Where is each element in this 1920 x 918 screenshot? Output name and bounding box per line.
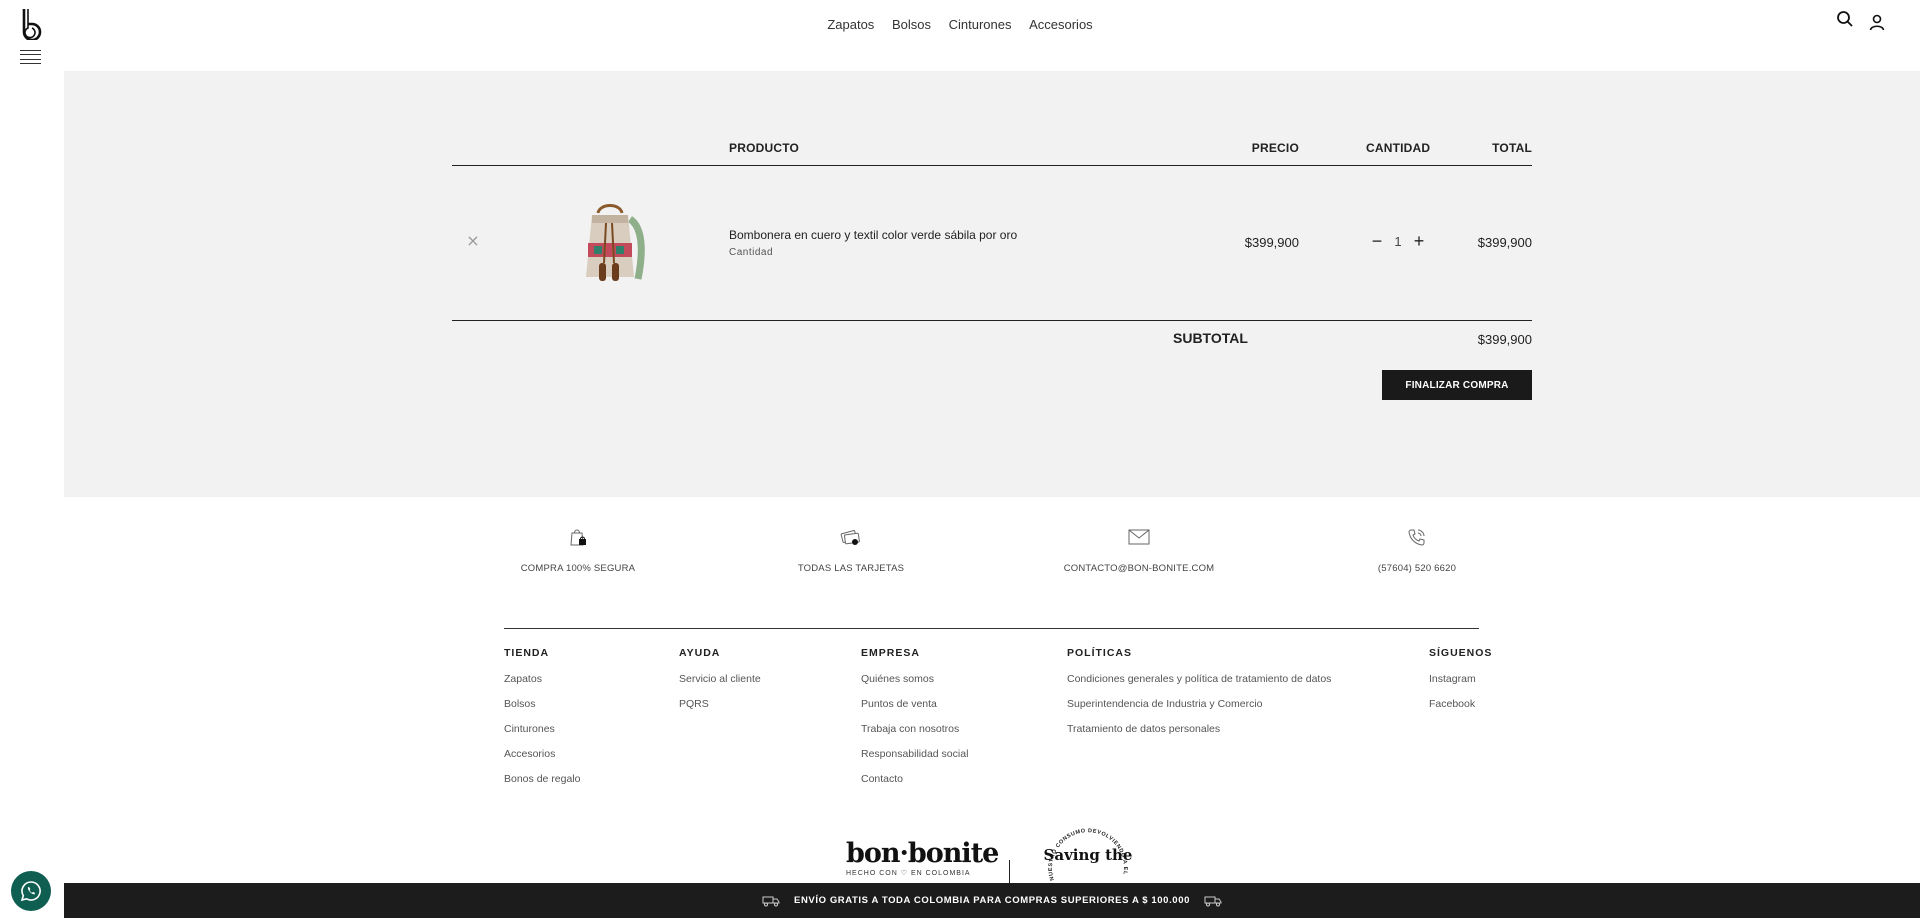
product-image[interactable]	[568, 199, 652, 285]
badge-secure-purchase: COMPRA 100% SEGURA	[478, 527, 678, 574]
search-icon[interactable]	[1836, 10, 1854, 28]
nav-bolsos[interactable]: Bolsos	[892, 17, 931, 32]
badge-label: TODAS LAS TARJETAS	[797, 563, 905, 574]
footer-heading: TIENDA	[504, 647, 550, 659]
footer-divider	[504, 628, 1479, 629]
cart-table: PRODUCTO PRECIO CANTIDAD TOTAL × Bombone…	[452, 71, 1532, 497]
main-nav: Zapatos Bolsos Cinturones Accesorios	[0, 17, 1920, 32]
product-name[interactable]: Bombonera en cuero y textil color verde …	[729, 228, 1017, 242]
badge-all-cards: TODAS LAS TARJETAS	[751, 527, 951, 574]
col-header-quantity: CANTIDAD	[1366, 141, 1431, 155]
quantity-stepper: − 1 +	[1370, 231, 1426, 251]
badge-label[interactable]: (57604) 520 6620	[1317, 563, 1517, 574]
delivery-truck-icon	[1204, 896, 1222, 906]
quantity-value[interactable]: 1	[1394, 234, 1401, 249]
increase-quantity-button[interactable]: +	[1412, 231, 1426, 251]
footer-heading: SÍGUENOS	[1429, 647, 1493, 659]
footer-link-trabaja[interactable]: Trabaja con nosotros	[861, 722, 968, 736]
footer-link-accesorios[interactable]: Accesorios	[504, 747, 580, 761]
seal-text: Saving the	[1044, 846, 1133, 864]
whatsapp-button[interactable]	[11, 871, 51, 911]
footer-col-ayuda: AYUDA Servicio al cliente PQRS	[679, 647, 761, 722]
footer-link-contacto[interactable]: Contacto	[861, 772, 968, 786]
phone-icon	[1408, 529, 1425, 546]
footer-col-politicas: POLÍTICAS Condiciones generales y políti…	[1067, 647, 1331, 747]
checkout-button[interactable]: FINALIZAR COMPRA	[1382, 370, 1532, 400]
footer-link-bonos[interactable]: Bonos de regalo	[504, 772, 580, 786]
footer-link-servicio[interactable]: Servicio al cliente	[679, 672, 761, 686]
footer-heading: EMPRESA	[861, 647, 920, 659]
footer-link-facebook[interactable]: Facebook	[1429, 697, 1492, 711]
credit-cards-icon	[840, 530, 860, 545]
badge-phone[interactable]: (57604) 520 6620	[1317, 527, 1517, 574]
col-header-price: PRECIO	[1251, 141, 1299, 155]
footer-heading: AYUDA	[679, 647, 721, 659]
subtotal-value: $399,900	[1477, 332, 1532, 347]
brand-wordmark: bon·bonite	[846, 838, 999, 869]
footer-link-pqrs[interactable]: PQRS	[679, 697, 761, 711]
footer-link-responsabilidad[interactable]: Responsabilidad social	[861, 747, 968, 761]
badge-label[interactable]: CONTACTO@BON-BONITE.COM	[1039, 563, 1239, 574]
delivery-truck-icon	[762, 896, 780, 906]
product-quantity-label: Cantidad	[729, 247, 774, 258]
footer-brand: bon·bonite HECHO CON ♡ EN COLOMBIA	[846, 838, 999, 888]
subtotal-divider	[452, 320, 1532, 321]
col-header-total: TOTAL	[1492, 141, 1532, 155]
col-header-product: PRODUCTO	[729, 141, 800, 155]
footer-col-siguenos: SÍGUENOS Instagram Facebook	[1429, 647, 1492, 722]
footer-link-condiciones[interactable]: Condiciones generales y política de trat…	[1067, 672, 1331, 686]
menu-icon[interactable]	[20, 50, 41, 64]
envelope-icon	[1128, 529, 1150, 545]
footer-heading: POLÍTICAS	[1067, 647, 1133, 659]
footer-col-empresa: EMPRESA Quiénes somos Puntos de venta Tr…	[861, 647, 968, 797]
remove-item-button[interactable]: ×	[466, 233, 480, 249]
shopping-bag-lock-icon	[570, 529, 586, 546]
brand-tagline: HECHO CON ♡ EN COLOMBIA	[846, 870, 971, 877]
product-price: $399,900	[1244, 235, 1299, 250]
badge-label: COMPRA 100% SEGURA	[520, 563, 636, 574]
nav-accesorios[interactable]: Accesorios	[1029, 17, 1093, 32]
footer-link-bolsos[interactable]: Bolsos	[504, 697, 580, 711]
free-shipping-bar: ENVÍO GRATIS A TODA COLOMBIA PARA COMPRA…	[64, 883, 1920, 918]
footer-link-quienes[interactable]: Quiénes somos	[861, 672, 968, 686]
decrease-quantity-button[interactable]: −	[1370, 231, 1384, 251]
subtotal-label: SUBTOTAL	[1173, 330, 1248, 346]
footer-col-tienda: TIENDA Zapatos Bolsos Cinturones Accesor…	[504, 647, 580, 797]
footer-link-cinturones[interactable]: Cinturones	[504, 722, 580, 736]
nav-zapatos[interactable]: Zapatos	[827, 17, 874, 32]
whatsapp-icon	[20, 881, 41, 902]
user-icon[interactable]	[1868, 13, 1886, 31]
line-total: $399,900	[1477, 235, 1532, 250]
free-shipping-text: ENVÍO GRATIS A TODA COLOMBIA PARA COMPRA…	[794, 895, 1190, 906]
footer-link-instagram[interactable]: Instagram	[1429, 672, 1492, 686]
footer-link-superintendencia[interactable]: Superintendencia de Industria y Comercio	[1067, 697, 1331, 711]
site-header: Zapatos Bolsos Cinturones Accesorios	[0, 0, 1920, 71]
footer-link-zapatos[interactable]: Zapatos	[504, 672, 580, 686]
footer-link-tratamiento[interactable]: Tratamiento de datos personales	[1067, 722, 1331, 736]
badge-contact-email[interactable]: CONTACTO@BON-BONITE.COM	[1039, 527, 1239, 574]
header-divider	[452, 165, 1532, 166]
footer-link-puntos[interactable]: Puntos de venta	[861, 697, 968, 711]
nav-cinturones[interactable]: Cinturones	[949, 17, 1012, 32]
